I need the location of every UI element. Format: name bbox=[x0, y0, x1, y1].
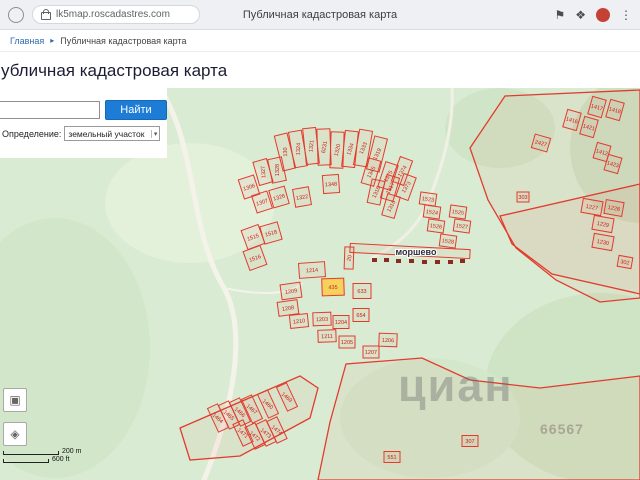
page-header: убличная кадастровая карта bbox=[0, 52, 640, 88]
breadcrumb: Главная ▸ Публичная кадастровая карта bbox=[0, 30, 640, 52]
parcel-1204[interactable]: 1204 bbox=[332, 315, 350, 329]
chevron-down-icon: ▾ bbox=[150, 129, 157, 138]
parcel-1214[interactable]: 1214 bbox=[297, 261, 327, 279]
svg-text:551: 551 bbox=[387, 455, 396, 461]
parcel-1526[interactable]: 1526 bbox=[426, 218, 446, 234]
svg-text:1328: 1328 bbox=[275, 164, 281, 176]
map-tool-frame-button[interactable]: ▣ bbox=[3, 388, 27, 412]
watermark-brand: циан bbox=[398, 360, 514, 411]
scale-bar: 200 m 600 ft bbox=[3, 448, 81, 464]
parcel-1210[interactable]: 1210 bbox=[288, 313, 310, 329]
svg-text:1321: 1321 bbox=[308, 140, 315, 153]
parcel-1208[interactable]: 1208 bbox=[276, 299, 300, 317]
profile-avatar[interactable] bbox=[596, 7, 610, 22]
parcel-1525[interactable]: 1525 bbox=[448, 204, 468, 220]
frame-icon: ▣ bbox=[9, 393, 21, 407]
map-tool-layers-button[interactable]: ◈ bbox=[3, 422, 27, 446]
scale-imperial-label: 600 ft bbox=[52, 456, 70, 463]
svg-text:1204: 1204 bbox=[335, 320, 347, 326]
parcel-633[interactable]: 633 bbox=[352, 283, 372, 299]
place-label: моршево bbox=[396, 247, 437, 257]
search-panel: Найти Определение: земельный участок ▾ bbox=[0, 88, 167, 158]
parcel-6231[interactable]: 6231 bbox=[316, 128, 332, 166]
address-bar[interactable]: lk5map.roscadastres.com bbox=[32, 5, 200, 24]
parcel-1528[interactable]: 1528 bbox=[438, 233, 458, 249]
parcel-1322[interactable]: 1322 bbox=[291, 186, 313, 208]
breadcrumb-current: Публичная кадастровая карта bbox=[60, 35, 187, 46]
extensions-icon[interactable]: ❖ bbox=[575, 9, 586, 21]
parcel-435[interactable]: 435 bbox=[321, 277, 345, 297]
parcel-551[interactable]: 551 bbox=[383, 451, 401, 463]
parcel-1230[interactable]: 1230 bbox=[591, 232, 615, 252]
lock-icon bbox=[41, 9, 51, 20]
parcel-1207[interactable]: 1207 bbox=[362, 345, 380, 359]
svg-text:1211: 1211 bbox=[321, 334, 333, 340]
parcel-1203[interactable]: 1203 bbox=[312, 311, 332, 327]
breadcrumb-separator-icon: ▸ bbox=[50, 36, 55, 45]
svg-text:307: 307 bbox=[465, 439, 474, 445]
svg-text:654: 654 bbox=[356, 313, 365, 319]
svg-text:435: 435 bbox=[328, 285, 337, 291]
parcel-1206[interactable]: 1206 bbox=[378, 332, 398, 348]
svg-text:130: 130 bbox=[283, 147, 289, 156]
svg-text:1207: 1207 bbox=[365, 350, 377, 356]
page-title: убличная кадастровая карта bbox=[1, 61, 228, 80]
svg-text:1348: 1348 bbox=[325, 182, 338, 189]
url-text: lk5map.roscadastres.com bbox=[56, 9, 170, 20]
svg-text:1210: 1210 bbox=[293, 318, 306, 325]
map-container: 1301324132162311320133413331319134513751… bbox=[0, 88, 640, 480]
parcel-1229[interactable]: 1229 bbox=[591, 214, 615, 234]
parcel-307[interactable]: 307 bbox=[461, 435, 479, 447]
svg-text:1324: 1324 bbox=[296, 143, 302, 155]
svg-text:1214: 1214 bbox=[306, 268, 319, 275]
browser-window: lk5map.roscadastres.com Публичная кадаст… bbox=[0, 0, 640, 480]
object-type-select[interactable]: земельный участок ▾ bbox=[64, 126, 161, 141]
breadcrumb-home-link[interactable]: Главная bbox=[10, 36, 44, 46]
parcel-1227[interactable]: 1227 bbox=[580, 197, 604, 217]
scale-metric-label: 200 m bbox=[62, 448, 82, 455]
svg-text:303: 303 bbox=[518, 195, 527, 201]
menu-icon[interactable]: ⋮ bbox=[620, 9, 632, 21]
parcel-1348[interactable]: 1348 bbox=[321, 173, 341, 195]
parcel-1228[interactable]: 1228 bbox=[603, 198, 625, 218]
parcel-1209[interactable]: 1209 bbox=[279, 281, 303, 301]
browser-toolbar: lk5map.roscadastres.com Публичная кадаст… bbox=[0, 0, 640, 30]
svg-text:1205: 1205 bbox=[341, 340, 353, 346]
history-icon[interactable] bbox=[8, 6, 24, 23]
search-button[interactable]: Найти bbox=[105, 100, 167, 120]
svg-text:1327: 1327 bbox=[261, 166, 268, 179]
parcel-1523[interactable]: 1523 bbox=[418, 191, 438, 207]
search-input[interactable] bbox=[0, 101, 100, 119]
layers-icon: ◈ bbox=[10, 427, 20, 441]
parcel-303[interactable]: 303 bbox=[516, 191, 530, 203]
filter-label: Определение: bbox=[2, 128, 62, 139]
parcel-654[interactable]: 654 bbox=[352, 308, 370, 322]
scale-bar-imperial bbox=[3, 459, 49, 463]
parcel-1205[interactable]: 1205 bbox=[338, 335, 356, 349]
parcel-1516[interactable]: 1516 bbox=[242, 244, 268, 272]
bookmark-icon[interactable]: ⚑ bbox=[554, 9, 565, 21]
svg-text:1206: 1206 bbox=[382, 338, 394, 344]
watermark-number: 66567 bbox=[540, 421, 584, 437]
object-type-value: земельный участок bbox=[68, 128, 145, 139]
parcel-1524[interactable]: 1524 bbox=[422, 204, 442, 220]
parcel-1527[interactable]: 1527 bbox=[452, 218, 472, 234]
parcel-302[interactable]: 302 bbox=[616, 254, 634, 270]
scale-bar-metric bbox=[3, 451, 59, 455]
svg-text:1203: 1203 bbox=[316, 317, 328, 323]
svg-text:633: 633 bbox=[357, 289, 366, 295]
parcel-1211[interactable]: 1211 bbox=[317, 329, 337, 343]
